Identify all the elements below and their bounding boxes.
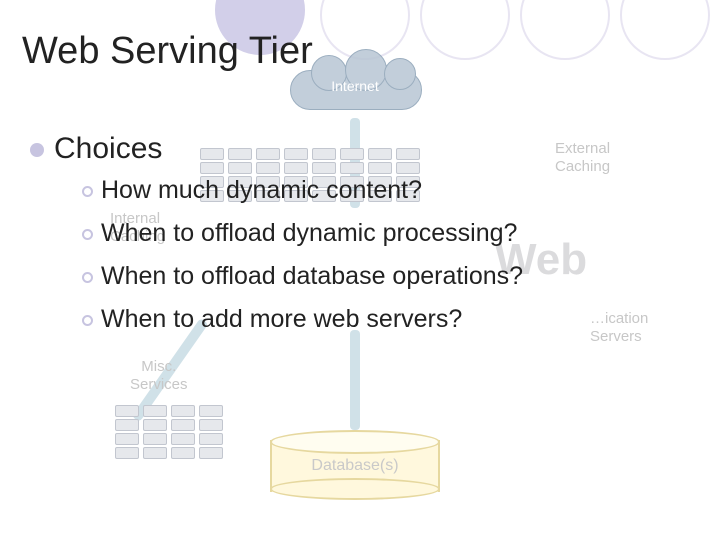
decorative-circle (620, 0, 710, 60)
bullet-level1: Choices (30, 132, 162, 166)
ring-bullet-icon (82, 315, 93, 326)
bg-label-database: Database(s) (270, 457, 440, 475)
sub-bullet-text: How much dynamic content? (101, 176, 422, 204)
bg-label-misc: Misc. Services (130, 358, 188, 394)
sub-bullet: When to add more web servers? (82, 305, 523, 334)
sub-bullet: When to offload database operations? (82, 262, 523, 291)
server-icon (143, 405, 167, 459)
server-icon (115, 405, 139, 459)
server-icon (171, 405, 195, 459)
cloud-label: Internet (290, 78, 420, 94)
ring-bullet-icon (82, 186, 93, 197)
server-icon (199, 405, 223, 459)
sub-bullet: When to offload dynamic processing? (82, 219, 523, 248)
bullet-level1-text: Choices (54, 132, 162, 165)
disc-bullet-icon (30, 143, 44, 157)
sub-bullet: How much dynamic content? (82, 176, 523, 205)
ring-bullet-icon (82, 272, 93, 283)
bg-label-appservers: …ication Servers (590, 310, 648, 346)
ring-bullet-icon (82, 229, 93, 240)
slide-title: Web Serving Tier (22, 30, 313, 73)
sub-bullet-text: When to offload database operations? (101, 262, 523, 290)
sub-bullet-text: When to offload dynamic processing? (101, 219, 517, 247)
sub-bullet-list: How much dynamic content? When to offloa… (82, 176, 523, 348)
bg-label-external: External Caching (555, 140, 610, 176)
decorative-circle (520, 0, 610, 60)
sub-bullet-text: When to add more web servers? (101, 305, 462, 333)
